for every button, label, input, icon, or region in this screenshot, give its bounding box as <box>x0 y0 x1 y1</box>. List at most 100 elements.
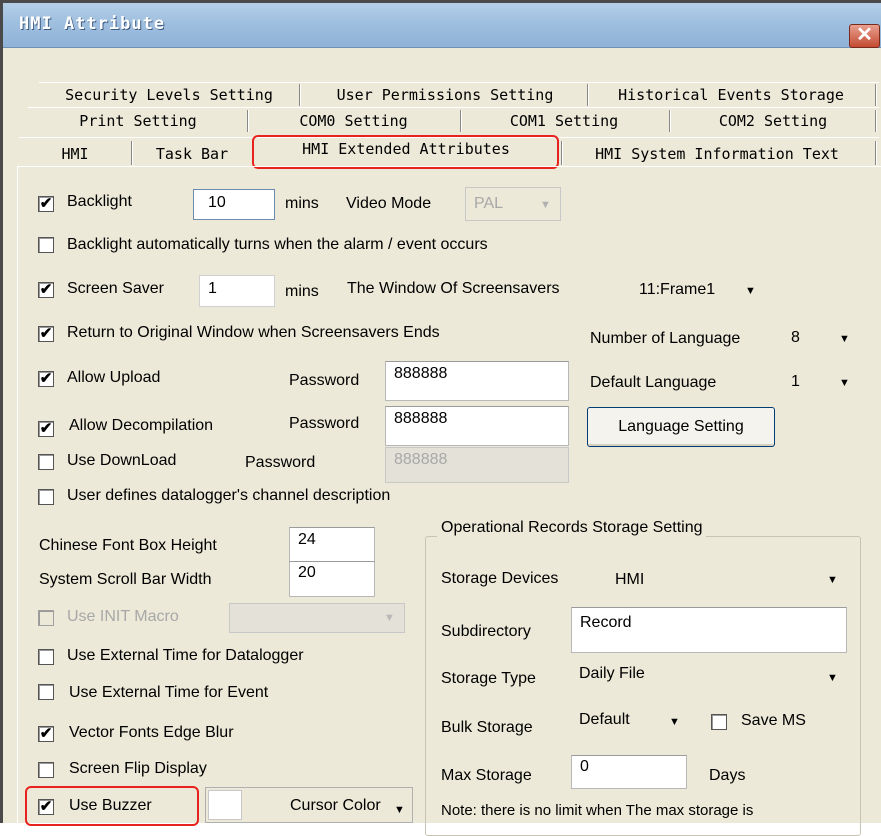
cursor-color-picker[interactable]: Cursor Color ▼ <box>205 787 413 823</box>
close-button[interactable]: ✕ <box>849 24 880 48</box>
upload-password-label: Password <box>289 372 360 389</box>
save-ms-label: Save MS <box>741 712 806 729</box>
backlight-minutes-input[interactable]: 10 <box>193 189 275 220</box>
subdirectory-input[interactable]: Record <box>571 607 847 653</box>
backlight-auto-label: Backlight automatically turns when the a… <box>67 236 488 253</box>
use-init-macro-label: Use INIT Macro <box>67 608 179 625</box>
return-to-original-checkbox[interactable]: ✔ <box>38 326 54 342</box>
window-of-screensavers-value: 11:Frame1 <box>639 281 716 298</box>
user-defines-label: User defines datalogger's channel descri… <box>67 487 391 504</box>
window-of-screensavers-label: The Window Of Screensavers <box>347 280 560 297</box>
check-icon: ✔ <box>39 370 53 387</box>
window-title: HMI Attribute <box>19 14 166 34</box>
use-init-macro-checkbox[interactable] <box>38 610 54 626</box>
use-download-checkbox[interactable] <box>38 454 54 470</box>
language-setting-button[interactable]: Language Setting <box>587 407 775 447</box>
tab-task-bar[interactable]: Task Bar <box>137 143 247 167</box>
external-time-event-checkbox[interactable] <box>38 684 54 700</box>
download-password-input[interactable]: 888888 <box>385 447 569 483</box>
allow-decompilation-checkbox[interactable]: ✔ <box>38 421 54 437</box>
vector-fonts-edge-blur-label: Vector Fonts Edge Blur <box>69 724 234 741</box>
system-scroll-bar-width-input[interactable]: 20 <box>289 561 375 597</box>
screen-saver-checkbox[interactable]: ✔ <box>38 282 54 298</box>
use-download-label: Use DownLoad <box>67 452 177 469</box>
return-to-original-label: Return to Original Window when Screensav… <box>67 324 440 341</box>
close-icon: ✕ <box>856 24 873 46</box>
download-password-label: Password <box>245 454 316 471</box>
tab-hmi[interactable]: HMI <box>25 143 125 167</box>
tab-row1-top-edge <box>39 82 879 83</box>
upload-password-input[interactable]: 888888 <box>385 361 569 401</box>
screen-saver-mins-label: mins <box>285 283 319 300</box>
tab-row2-top-edge <box>28 107 879 108</box>
default-language-value: 1 <box>791 373 800 390</box>
user-defines-checkbox[interactable] <box>38 489 54 505</box>
tab-print-setting[interactable]: Print Setting <box>33 110 243 134</box>
save-ms-checkbox[interactable] <box>711 714 727 730</box>
default-language-select[interactable]: 1 ▼ <box>783 369 863 401</box>
chevron-down-icon: ▼ <box>839 377 850 389</box>
chevron-down-icon: ▼ <box>827 574 838 586</box>
chevron-down-icon: ▼ <box>540 199 551 211</box>
external-time-event-label: Use External Time for Event <box>69 684 269 701</box>
check-icon: ✔ <box>39 725 53 742</box>
max-storage-label: Max Storage <box>441 767 532 784</box>
storage-devices-label: Storage Devices <box>441 570 559 587</box>
tab-historical-events-storage[interactable]: Historical Events Storage <box>591 84 871 108</box>
subdirectory-label: Subdirectory <box>441 623 531 640</box>
chevron-down-icon: ▼ <box>384 612 395 624</box>
screen-flip-display-checkbox[interactable] <box>38 762 54 778</box>
decompilation-password-input[interactable]: 888888 <box>385 406 569 446</box>
max-storage-note: Note: there is no limit when The max sto… <box>441 802 754 819</box>
number-of-language-select[interactable]: 8 ▼ <box>783 325 863 357</box>
storage-type-select[interactable]: Daily File ▼ <box>571 661 849 695</box>
allow-upload-label: Allow Upload <box>67 369 161 386</box>
tab-com1-setting[interactable]: COM1 Setting <box>464 110 664 134</box>
tab-separator <box>875 141 877 165</box>
tab-separator <box>247 110 249 132</box>
bulk-storage-select[interactable]: Default ▼ <box>571 707 697 743</box>
tab-separator <box>669 110 671 132</box>
video-mode-value: PAL <box>474 195 504 212</box>
bulk-storage-value: Default <box>579 711 630 728</box>
screen-flip-display-label: Screen Flip Display <box>69 760 207 777</box>
number-of-language-label: Number of Language <box>590 330 741 347</box>
active-tab-highlight <box>252 135 559 169</box>
init-macro-select[interactable]: ▼ <box>229 603 405 633</box>
screen-saver-minutes-input[interactable]: 1 <box>199 275 275 307</box>
allow-upload-checkbox[interactable]: ✔ <box>38 371 54 387</box>
tab-separator <box>587 84 589 106</box>
chinese-font-box-height-input[interactable]: 24 <box>289 527 375 563</box>
tab-separator <box>875 84 877 106</box>
backlight-checkbox[interactable]: ✔ <box>38 196 54 212</box>
number-of-language-value: 8 <box>791 329 800 346</box>
cursor-color-label: Cursor Color <box>290 797 381 814</box>
tab-user-permissions-setting[interactable]: User Permissions Setting <box>305 84 585 108</box>
backlight-label: Backlight <box>67 193 132 210</box>
external-time-datalogger-label: Use External Time for Datalogger <box>67 647 304 664</box>
tab-com0-setting[interactable]: COM0 Setting <box>251 110 456 134</box>
cursor-color-swatch <box>208 790 242 820</box>
max-storage-input[interactable]: 0 <box>571 755 687 789</box>
video-mode-select[interactable]: PAL ▼ <box>465 187 561 221</box>
tab-security-levels-setting[interactable]: Security Levels Setting <box>43 84 295 108</box>
backlight-mins-label: mins <box>285 195 319 212</box>
backlight-auto-checkbox[interactable] <box>38 237 54 253</box>
check-icon: ✔ <box>39 195 53 212</box>
window-of-screensavers-select[interactable]: 11:Frame1 ▼ <box>633 277 773 307</box>
tab-separator <box>299 84 301 106</box>
tab-hmi-system-information-text[interactable]: HMI System Information Text <box>567 143 867 167</box>
storage-devices-value: HMI <box>615 571 645 588</box>
chinese-font-box-height-label: Chinese Font Box Height <box>39 537 217 554</box>
external-time-datalogger-checkbox[interactable] <box>38 649 54 665</box>
storage-type-label: Storage Type <box>441 670 536 687</box>
title-bar[interactable]: HMI Attribute <box>3 3 881 48</box>
vector-fonts-edge-blur-checkbox[interactable]: ✔ <box>38 726 54 742</box>
tab-com2-setting[interactable]: COM2 Setting <box>673 110 873 134</box>
storage-devices-select[interactable]: HMI ▼ <box>601 563 849 597</box>
chevron-down-icon: ▼ <box>669 716 680 728</box>
check-icon: ✔ <box>39 420 53 437</box>
default-language-label: Default Language <box>590 374 717 391</box>
system-scroll-bar-width-label: System Scroll Bar Width <box>39 571 212 588</box>
check-icon: ✔ <box>39 325 53 342</box>
